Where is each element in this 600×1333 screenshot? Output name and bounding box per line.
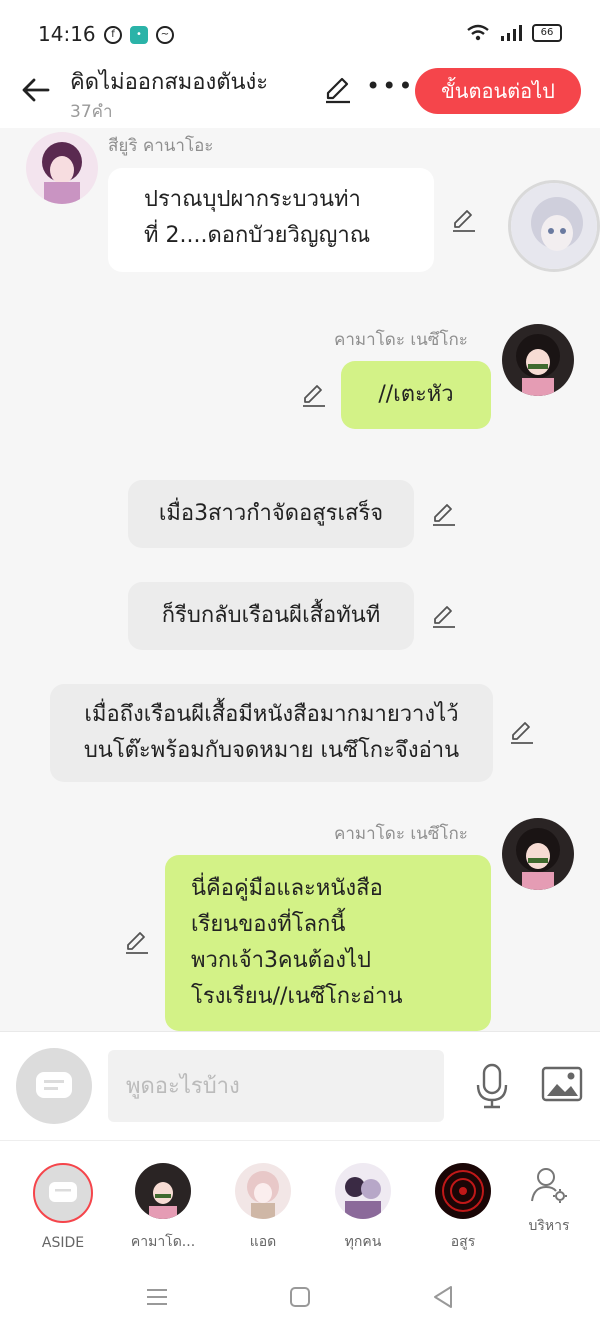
message-line: เมื่อ3สาวกำจัดอสูรเสร็จ [158, 501, 384, 526]
role-label: ASIDE [41, 1235, 85, 1251]
notification-icons: f • ~ [104, 26, 174, 44]
image-icon[interactable] [541, 1066, 583, 1102]
page-title: คิดไม่ออกสมองตันง่ะ [70, 70, 269, 95]
status-time: 14:16 [38, 22, 96, 46]
signal-icon [501, 25, 522, 41]
role-avatar [335, 1163, 391, 1219]
narration-bubble[interactable]: เมื่อ3สาวกำจัดอสูรเสร็จ [128, 480, 414, 548]
role-label: อสูร [450, 1234, 476, 1250]
edit-pencil-icon[interactable] [508, 718, 536, 746]
edit-pencil-icon[interactable] [123, 928, 151, 956]
microphone-icon[interactable] [474, 1062, 510, 1110]
message-line: เมื่อถึงเรือนผีเสื้อมีหนังสือมากมายวางไว… [84, 702, 459, 727]
facebook-icon: f [104, 26, 122, 44]
message-line: บนโต๊ะพร้อมกับจดหมาย เนซึโกะจึงอ่าน [83, 738, 460, 763]
edit-pencil-icon[interactable] [300, 381, 328, 409]
edit-pencil-icon[interactable] [450, 206, 478, 234]
message-line: นี่คือคู่มือและหนังสือ [191, 876, 383, 901]
back-icon[interactable] [430, 1284, 456, 1310]
edit-pencil-icon[interactable] [430, 602, 458, 630]
avatar-nezuko[interactable] [502, 818, 574, 890]
sender-name: สียูริ คานาโอะ [108, 136, 214, 156]
message-bubble[interactable]: //เตะหัว [341, 361, 491, 429]
avatar-kanao[interactable] [26, 132, 98, 204]
chat-header: คิดไม่ออกสมองตันง่ะ 37คำ ••• ขั้นตอนต่อไ… [0, 64, 600, 128]
message-line: เรียนของที่โลกนี้ [191, 912, 346, 937]
edit-pencil-icon[interactable] [322, 74, 354, 106]
role-label: แอด [249, 1234, 277, 1250]
back-arrow-icon[interactable] [18, 72, 54, 108]
chat-area[interactable]: สียูริ คานาโอะ ปราณบุปผากระบวนท่า ที่ 2.… [0, 128, 600, 1031]
role-aside[interactable]: ASIDE [23, 1163, 103, 1251]
narration-bubble[interactable]: ก็รีบกลับเรือนผีเสื้อทันที [128, 582, 414, 650]
aside-role-button[interactable] [16, 1048, 92, 1124]
app-notification-icon: • [130, 26, 148, 44]
role-admin[interactable]: แอด [223, 1163, 303, 1253]
wifi-icon [467, 24, 489, 41]
word-count: 37คำ [70, 102, 113, 122]
status-right: 66 [466, 24, 562, 42]
narration-bubble[interactable]: เมื่อถึงเรือนผีเสื้อมีหนังสือมากมายวางไว… [50, 684, 493, 782]
speech-bubble-icon [36, 1072, 72, 1098]
edit-pencil-icon[interactable] [430, 500, 458, 528]
role-kamado[interactable]: คามาโด... [123, 1163, 203, 1253]
role-label: คามาโด... [130, 1234, 196, 1250]
sender-name: คามาโดะ เนซึโกะ [334, 824, 468, 844]
sender-name: คามาโดะ เนซึโกะ [334, 330, 468, 350]
status-bar: 14:16 f • ~ 66 [0, 0, 600, 64]
messenger-icon: ~ [156, 26, 174, 44]
message-bubble[interactable]: ปราณบุปผากระบวนท่า ที่ 2....ดอกบัวยวิญญา… [108, 168, 434, 272]
manage-users-icon [531, 1168, 567, 1203]
message-line: โรงเรียน//เนซึโกะอ่าน [191, 984, 403, 1009]
role-label: บริหาร [528, 1218, 570, 1234]
avatar-nezuko[interactable] [502, 324, 574, 396]
speech-bubble-icon [49, 1182, 77, 1202]
menu-icon[interactable] [144, 1284, 170, 1310]
avatar-character[interactable] [508, 180, 600, 272]
message-line: ที่ 2....ดอกบัวยวิญญาณ [144, 223, 371, 248]
more-options-icon[interactable]: ••• [366, 72, 414, 100]
role-avatar [235, 1163, 291, 1219]
message-line: ก็รีบกลับเรือนผีเสื้อทันที [161, 603, 381, 628]
role-selector-bar: ASIDE คามาโด... แอด ทุกคน อสูร บริหาร [0, 1140, 600, 1261]
message-line: พวกเจ้า3คนต้องไป [191, 948, 371, 973]
role-avatar [435, 1163, 491, 1219]
message-line: //เตะหัว [378, 382, 454, 407]
aside-role-avatar [33, 1163, 93, 1223]
system-nav-bar [0, 1260, 600, 1333]
message-bubble[interactable]: นี่คือคู่มือและหนังสือ เรียนของที่โลกนี้… [165, 855, 491, 1031]
message-input[interactable] [108, 1050, 444, 1122]
next-step-button[interactable]: ขั้นตอนต่อไป [415, 68, 581, 114]
battery-icon: 66 [532, 24, 562, 42]
role-label: ทุกคน [344, 1234, 382, 1250]
home-icon[interactable] [287, 1284, 313, 1310]
role-everyone[interactable]: ทุกคน [323, 1163, 403, 1253]
message-line: ปราณบุปผากระบวนท่า [144, 187, 361, 212]
message-composer [0, 1031, 600, 1140]
role-demon[interactable]: อสูร [423, 1163, 503, 1253]
role-avatar [135, 1163, 191, 1219]
role-manage[interactable]: บริหาร [509, 1165, 589, 1237]
